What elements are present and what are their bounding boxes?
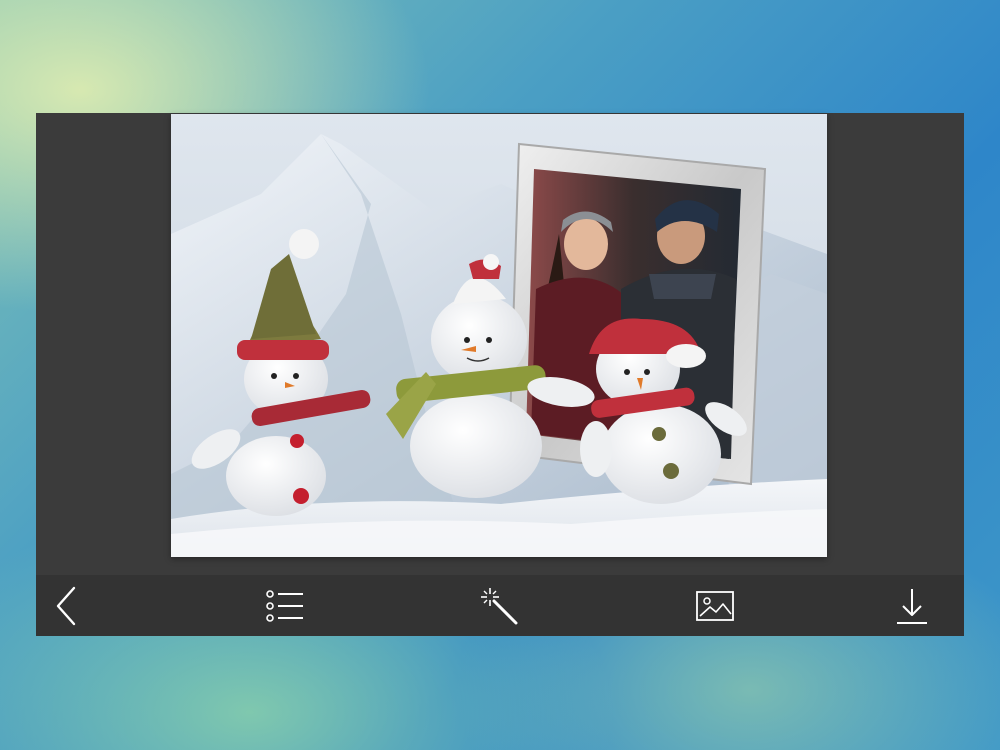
magic-wand-icon <box>481 588 518 625</box>
download-icon <box>897 589 927 624</box>
snowman-scene-image <box>171 114 827 557</box>
list-icon <box>266 590 303 622</box>
photo-canvas[interactable] <box>171 114 827 557</box>
effects-button[interactable] <box>476 583 522 629</box>
chevron-left-icon <box>56 586 76 626</box>
editor-panel <box>36 113 964 575</box>
frames-list-button[interactable] <box>262 583 308 629</box>
back-button[interactable] <box>44 583 90 629</box>
choose-photo-button[interactable] <box>692 583 738 629</box>
bottom-toolbar <box>36 575 964 636</box>
image-icon <box>696 591 734 621</box>
save-button[interactable] <box>889 583 935 629</box>
